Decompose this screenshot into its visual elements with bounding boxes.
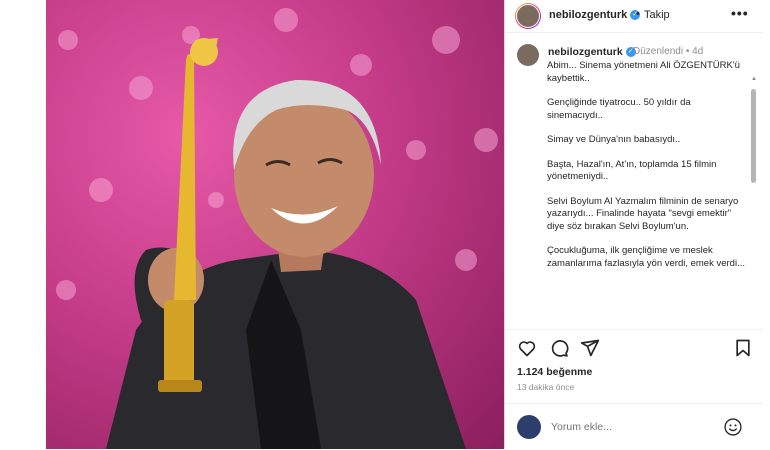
post-age[interactable]: 4d [692,46,703,57]
post-details-panel: nebilozgenturk ✓ • Takip ••• nebilozgentu… [504,0,763,449]
heart-icon[interactable] [517,338,537,358]
caption-meta: Düzenlendi • 4d [633,46,703,57]
caption-author-avatar[interactable] [517,44,539,66]
header-separator: • [636,8,640,20]
caption-author[interactable]: nebilozgenturk ✓ [548,46,636,58]
emoji-icon[interactable] [723,417,743,437]
add-comment-bar [505,403,763,450]
current-user-avatar [517,415,541,439]
edited-label: Düzenlendi [633,46,684,57]
post-timestamp[interactable]: 13 dakika önce [517,382,574,392]
share-icon[interactable] [580,338,600,358]
comment-input[interactable] [551,421,711,433]
likes-count[interactable]: 1.124 beğenme [517,366,592,378]
scroll-up-arrow-icon[interactable]: ▲ [751,76,757,82]
caption-paragraph: Abim... Sinema yönetmeni Ali ÖZGENTÜRK'ü… [547,60,740,84]
author-username-text[interactable]: nebilozgenturk [549,9,627,21]
more-options-button[interactable]: ••• [731,5,749,21]
caption-paragraph: Gençliğinde tiyatrocu.. 50 yıldır da sin… [547,97,691,121]
divider [505,329,763,330]
author-avatar[interactable] [515,3,541,29]
caption-area[interactable]: nebilozgenturk ✓ Düzenlendi • 4d Abim... … [505,36,763,326]
comment-icon[interactable] [549,338,569,358]
caption-text: Abim... Sinema yönetmeni Ali ÖZGENTÜRK'ü… [547,60,749,282]
bookmark-icon[interactable] [733,338,753,358]
caption-username[interactable]: nebilozgenturk [548,46,623,58]
post-header: nebilozgenturk ✓ • Takip ••• [505,0,763,33]
meta-separator: • [685,46,690,57]
caption-paragraph: Simay ve Dünya'nın babasıydı.. [547,134,681,145]
scrollbar-thumb[interactable] [751,89,756,183]
caption-paragraph: Çocukluğuma, ilk gençliğime ve meslek za… [547,245,745,269]
action-bar [517,338,753,360]
post-photo[interactable] [46,0,504,449]
follow-button[interactable]: Takip [644,9,670,21]
caption-paragraph: Selvi Boylum Al Yazmalım filminin de sen… [547,195,739,232]
author-username[interactable]: nebilozgenturk ✓ [549,9,641,21]
caption-paragraph: Başta, Hazal'ın, At'ın, toplamda 15 film… [547,158,717,183]
